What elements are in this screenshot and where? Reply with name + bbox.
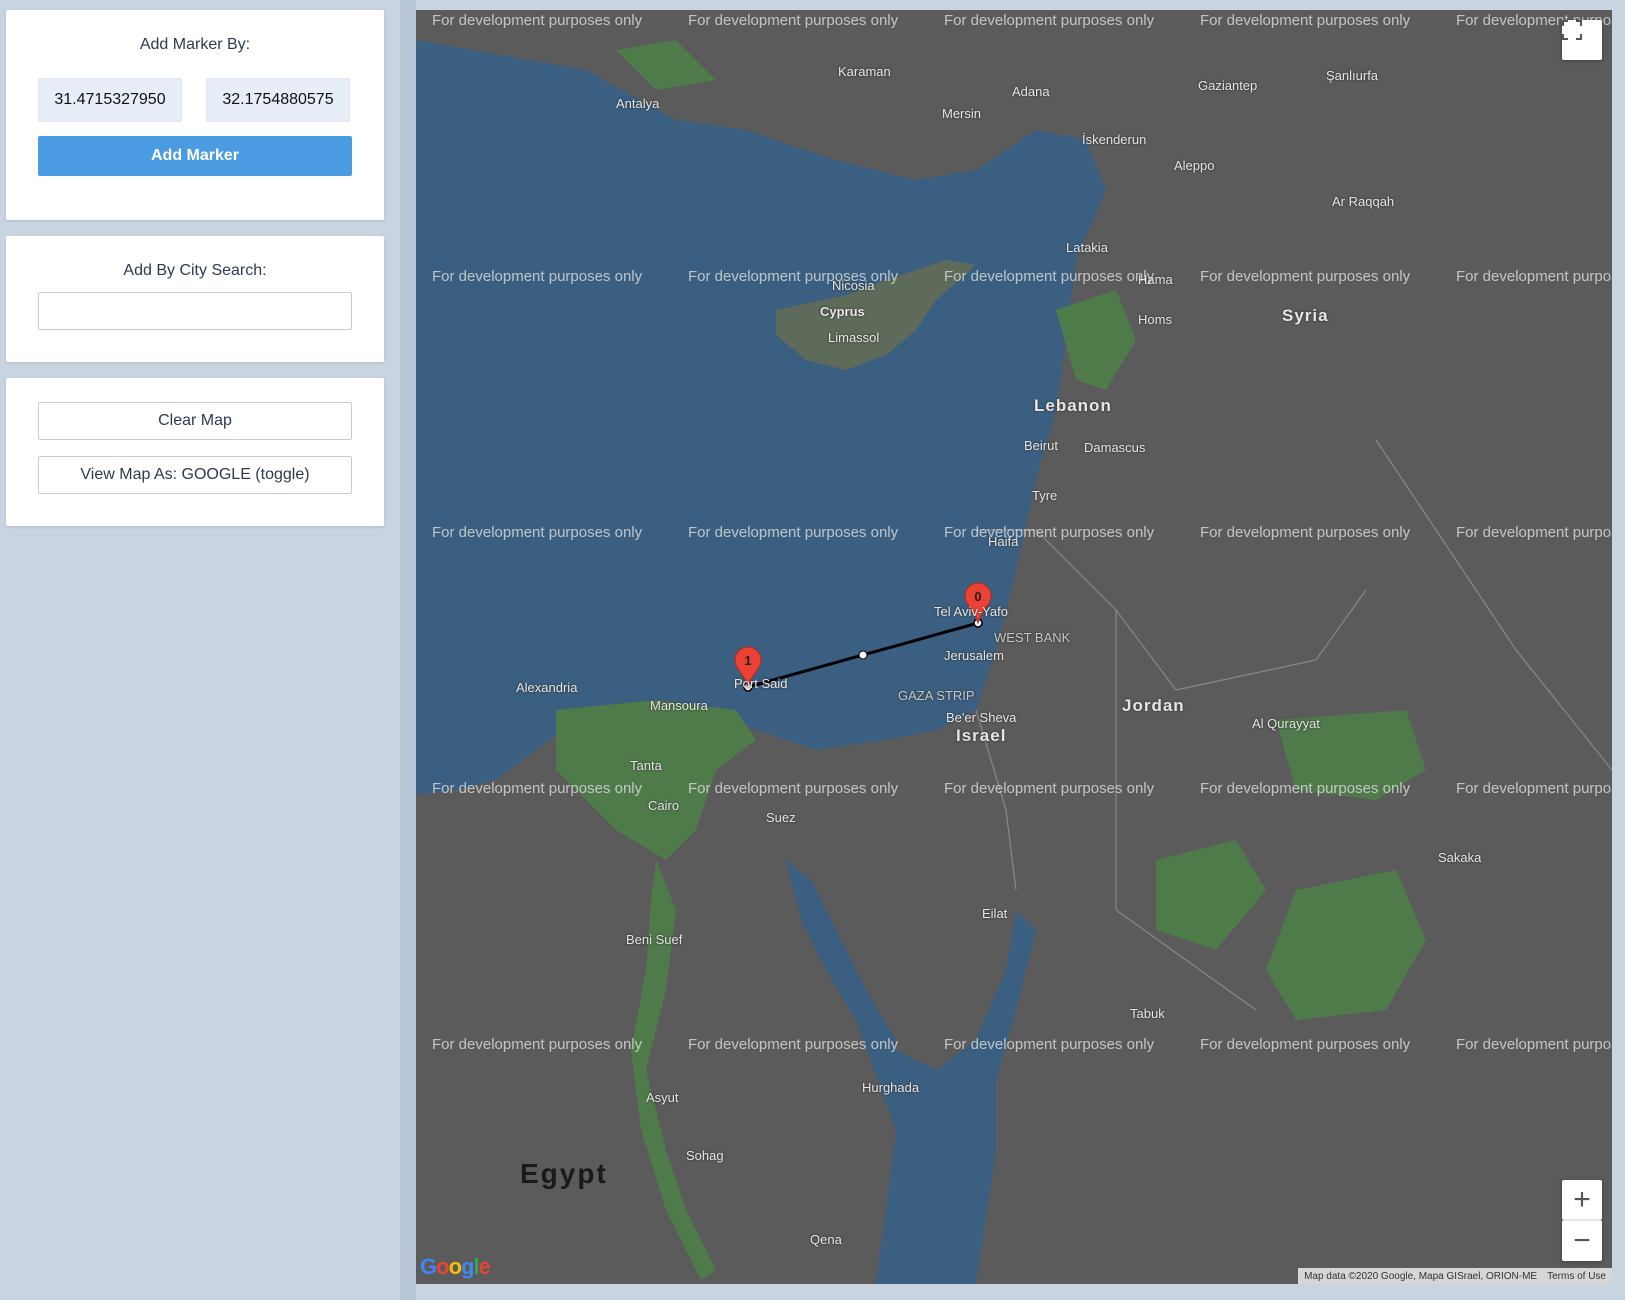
route-midpoint xyxy=(858,650,868,660)
marker-0-label: 0 xyxy=(974,589,981,604)
city-search-panel: Add By City Search: xyxy=(6,236,384,362)
sidebar: Add Marker By: 31.4715327950 32.17548805… xyxy=(0,0,400,1300)
map-canvas[interactable]: 0 1 Syria Lebanon Jordan Israel Egypt Cy… xyxy=(416,10,1612,1284)
panel-divider xyxy=(400,0,416,1300)
watermark: For development purposes only xyxy=(944,1036,1155,1053)
label-tel-aviv: Tel Aviv-Yafo xyxy=(934,604,1008,619)
label-mersin: Mersin xyxy=(942,106,982,121)
watermark: For development purposes only xyxy=(1456,1036,1612,1053)
label-israel: Israel xyxy=(956,726,1007,745)
label-mansoura: Mansoura xyxy=(650,698,708,713)
label-cairo: Cairo xyxy=(648,798,680,813)
city-search-title: Add By City Search: xyxy=(123,262,267,279)
watermark: For development purposes only xyxy=(1456,524,1612,541)
label-hurghada: Hurghada xyxy=(862,1080,920,1095)
altubaiq-reserve xyxy=(1156,840,1266,950)
label-karaman: Karaman xyxy=(838,64,891,79)
watermark: For development purposes only xyxy=(1200,268,1411,285)
label-aleppo: Aleppo xyxy=(1174,158,1215,173)
google-logo[interactable]: Google xyxy=(420,1254,491,1280)
watermark: For development purposes only xyxy=(688,268,899,285)
label-jordan: Jordan xyxy=(1122,696,1185,715)
watermark: For development purposes only xyxy=(688,780,899,797)
label-beirut: Beirut xyxy=(1024,438,1058,453)
label-eilat: Eilat xyxy=(982,906,1008,921)
label-sohag: Sohag xyxy=(686,1148,724,1163)
watermark: For development purposes only xyxy=(688,524,899,541)
watermark: For development purposes only xyxy=(432,524,643,541)
nile-valley xyxy=(631,860,716,1280)
watermark: For development purposes only xyxy=(432,268,643,285)
watermark: For development purposes only xyxy=(432,1036,643,1053)
watermark: For development purposes only xyxy=(1200,1036,1411,1053)
label-tanta: Tanta xyxy=(630,758,662,773)
label-beni-suef: Beni Suef xyxy=(626,932,683,947)
terms-of-use-link[interactable]: Terms of Use xyxy=(1547,1271,1606,1282)
label-lebanon: Lebanon xyxy=(1034,396,1112,415)
label-qena: Qena xyxy=(810,1232,842,1247)
label-ar-raqqah: Ar Raqqah xyxy=(1332,194,1395,209)
label-asyut: Asyut xyxy=(646,1090,679,1105)
label-antalya: Antalya xyxy=(616,96,660,111)
label-cyprus: Cyprus xyxy=(820,304,865,319)
label-gaziantep: Gaziantep xyxy=(1198,78,1258,93)
khanafah-reserve xyxy=(1266,870,1426,1020)
label-limassol: Limassol xyxy=(828,330,880,345)
watermark: For development purposes only xyxy=(1456,268,1612,285)
zoom-out-button[interactable]: − xyxy=(1562,1220,1602,1261)
watermark: For development purposes only xyxy=(1200,780,1411,797)
watermark: For development purposes only xyxy=(944,12,1155,29)
label-west-bank: WEST BANK xyxy=(994,630,1071,645)
watermark: For development purposes only xyxy=(432,780,643,797)
longitude-input[interactable]: 32.1754880575 xyxy=(206,78,350,122)
label-sakaka: Sakaka xyxy=(1438,850,1482,865)
map-attribution-bar: Map data ©2020 Google, Mapa GISrael, ORI… xyxy=(1298,1268,1612,1284)
fullscreen-icon xyxy=(1562,20,1582,40)
view-map-toggle-button[interactable]: View Map As: GOOGLE (toggle) xyxy=(38,456,352,494)
map-attribution: Map data ©2020 Google, Mapa GISrael, ORI… xyxy=(1304,1270,1538,1282)
label-syria: Syria xyxy=(1282,306,1329,325)
zoom-in-button[interactable]: + xyxy=(1562,1180,1602,1220)
label-adana: Adana xyxy=(1012,84,1050,99)
label-alexandria: Alexandria xyxy=(516,680,578,695)
watermark: For development purposes only xyxy=(688,1036,899,1053)
label-gaza-strip: GAZA STRIP xyxy=(898,688,975,703)
label-sanliurfa: Şanlıurfa xyxy=(1326,68,1379,83)
latitude-input[interactable]: 31.4715327950 xyxy=(38,78,182,122)
add-marker-title: Add Marker By: xyxy=(139,36,251,53)
red-sea xyxy=(856,910,1036,1284)
watermark: For development purposes only xyxy=(944,268,1155,285)
watermark: For development purposes only xyxy=(1200,12,1411,29)
map-basemap: 0 1 xyxy=(416,40,1612,1284)
add-marker-panel: Add Marker By: 31.4715327950 32.17548805… xyxy=(6,10,384,220)
watermark: For development purposes only xyxy=(688,12,899,29)
clear-map-button[interactable]: Clear Map xyxy=(38,402,352,440)
watermark: For development purposes only xyxy=(1200,524,1411,541)
label-jerusalem: Jerusalem xyxy=(944,648,1004,663)
label-egypt: Egypt xyxy=(520,1158,608,1189)
label-homs: Homs xyxy=(1138,312,1172,327)
label-al-qurayyat: Al Qurayyat xyxy=(1252,716,1320,731)
turkey-green xyxy=(616,40,716,90)
label-tabuk: Tabuk xyxy=(1130,1006,1165,1021)
label-port-said: Port Said xyxy=(734,676,788,691)
actions-panel: Clear Map View Map As: GOOGLE (toggle) xyxy=(6,378,384,526)
watermark: For development purposes only xyxy=(944,780,1155,797)
label-suez: Suez xyxy=(766,810,796,825)
marker-1-label: 1 xyxy=(744,653,751,668)
add-marker-button[interactable]: Add Marker xyxy=(38,136,352,176)
watermark: For development purposes only xyxy=(432,12,643,29)
watermark: For development purposes only xyxy=(944,524,1155,541)
label-damascus: Damascus xyxy=(1084,440,1146,455)
label-latakia: Latakia xyxy=(1066,240,1108,255)
label-tyre: Tyre xyxy=(1032,488,1058,503)
watermark: For development purposes only xyxy=(1456,780,1612,797)
city-search-input[interactable] xyxy=(38,292,352,330)
fullscreen-button[interactable] xyxy=(1562,20,1602,60)
label-iskenderun: İskenderun xyxy=(1082,132,1147,147)
label-beer-sheva: Be'er Sheva xyxy=(946,710,1017,725)
